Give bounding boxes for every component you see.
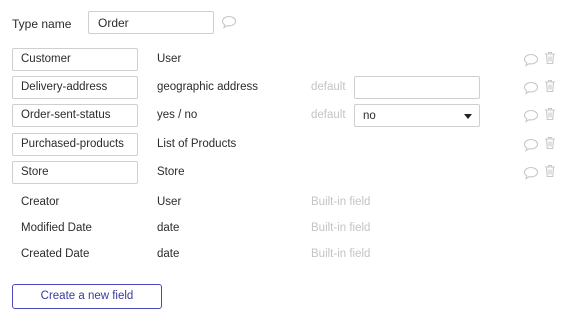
field-type: date [157,248,180,260]
trash-icon[interactable] [544,107,556,121]
builtin-field-name: Created Date [21,248,90,260]
comment-icon[interactable] [221,15,237,29]
caret-down-icon [464,114,472,119]
trash-icon[interactable] [544,51,556,65]
comment-icon[interactable] [523,109,539,123]
default-value-dropdown[interactable]: no [354,104,480,127]
builtin-field-label: Built-in field [311,196,371,208]
field-type: yes / no [157,109,198,121]
builtin-field-label: Built-in field [311,222,371,234]
field-type: date [157,222,180,234]
field-name-input[interactable]: Store [12,161,138,184]
field-type: geographic address [157,81,259,93]
comment-icon[interactable] [523,53,539,67]
default-label: default [311,109,346,121]
field-row-delivery-address: Delivery-address geographic address defa… [0,76,579,100]
default-value-input[interactable] [354,76,480,99]
field-type: User [157,53,182,65]
field-row-customer: Customer User [0,48,579,72]
trash-icon[interactable] [544,136,556,150]
field-name-input[interactable]: Order-sent-status [12,104,138,127]
comment-icon[interactable] [523,138,539,152]
trash-icon[interactable] [544,164,556,178]
builtin-field-label: Built-in field [311,248,371,260]
type-name-label: Type name [12,17,72,31]
field-type: List of Products [157,138,237,150]
dropdown-selected-value: no [363,110,376,122]
comment-icon[interactable] [523,81,539,95]
field-row-store: Store Store [0,161,579,185]
field-row-order-sent-status: Order-sent-status yes / no default no [0,104,579,128]
field-type: User [157,196,182,208]
comment-icon[interactable] [523,166,539,180]
field-type: Store [157,166,185,178]
builtin-field-name: Modified Date [21,222,92,234]
builtin-field-name: Creator [21,196,60,208]
field-name-input[interactable]: Delivery-address [12,76,138,99]
data-type-editor: Type name Customer User Delivery-address… [0,0,579,323]
field-name-input[interactable]: Purchased-products [12,133,138,156]
field-row-creator: Creator User Built-in field [0,191,579,215]
field-row-created-date: Created Date date Built-in field [0,243,579,267]
field-name-input[interactable]: Customer [12,48,138,71]
type-name-input[interactable] [88,11,214,34]
default-label: default [311,81,346,93]
create-new-field-button[interactable]: Create a new field [12,284,162,309]
field-row-modified-date: Modified Date date Built-in field [0,217,579,241]
trash-icon[interactable] [544,79,556,93]
field-row-purchased-products: Purchased-products List of Products [0,133,579,157]
